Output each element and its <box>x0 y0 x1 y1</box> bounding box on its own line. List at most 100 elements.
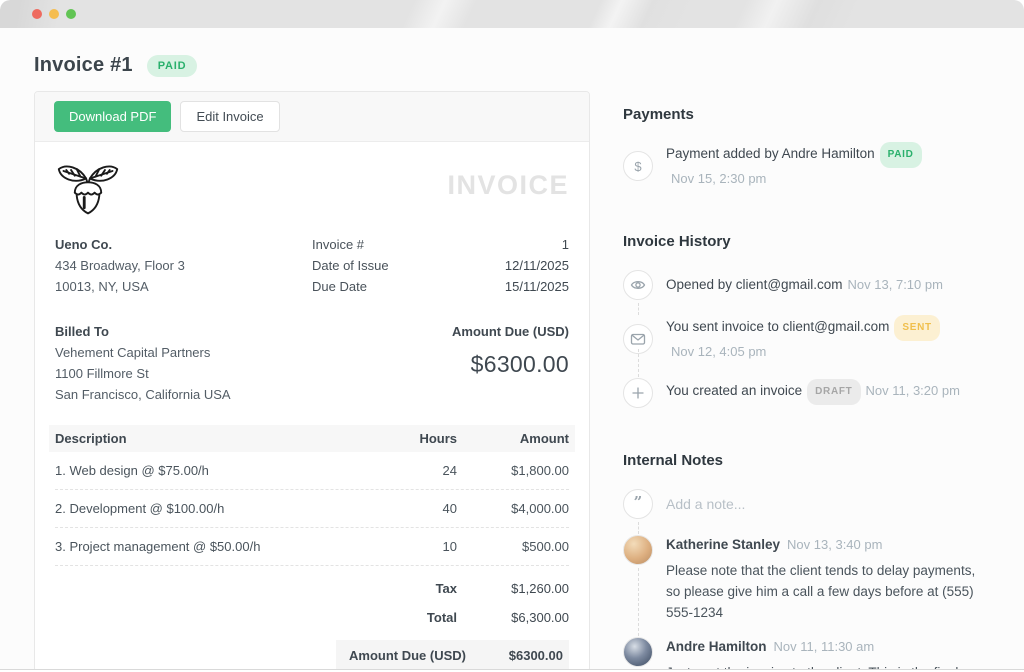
invoice-status-badge: PAID <box>147 55 198 77</box>
invoice-number-row: Invoice # 1 <box>312 234 569 255</box>
app-window: Invoice #1 PAID Download PDF Edit Invoic… <box>0 0 1024 670</box>
plus-icon <box>623 378 653 408</box>
payment-item: $ Payment added by Andre HamiltonPAIDNov… <box>623 143 990 205</box>
company-logo-acorn <box>55 158 121 216</box>
draft-badge: DRAFT <box>807 379 860 405</box>
payments-title: Payments <box>623 106 990 123</box>
history-text: You sent invoice to client@gmail.com <box>666 319 889 334</box>
history-timestamp: Nov 12, 4:05 pm <box>671 344 766 359</box>
tax-label: Tax <box>55 581 457 596</box>
amount-due-total-label: Amount Due (USD) <box>349 648 466 663</box>
invoice-document: INVOICE Ueno Co. 434 Broadway, Floor 3 1… <box>35 142 589 670</box>
table-header-row: Description Hours Amount <box>49 425 575 452</box>
history-text: Opened by client@gmail.com <box>666 277 843 292</box>
close-window-button[interactable] <box>32 9 42 19</box>
amount-due-block: Amount Due (USD) $6300.00 <box>452 321 569 405</box>
activity-panel: Payments $ Payment added by Andre Hamilt… <box>623 46 990 670</box>
invoice-watermark: INVOICE <box>447 170 569 201</box>
note-text: Just sent the invoice to the client. Thi… <box>666 662 990 670</box>
date-of-issue-value: 12/11/2025 <box>505 255 569 276</box>
line-items-table: Description Hours Amount 1. Web design @… <box>55 425 569 670</box>
due-date-row: Due Date 15/11/2025 <box>312 276 569 297</box>
invoice-card: Download PDF Edit Invoice <box>34 91 590 670</box>
sent-badge: SENT <box>894 315 939 341</box>
row-hours: 24 <box>367 463 457 478</box>
billed-to-line2: 1100 Fillmore St <box>55 363 231 384</box>
row-description: 3. Project management @ $50.00/h <box>55 539 367 554</box>
avatar-andre-hamilton <box>623 637 653 667</box>
zoom-window-button[interactable] <box>66 9 76 19</box>
note-author: Andre Hamilton <box>666 639 767 654</box>
add-note-row: ” <box>623 489 990 535</box>
row-hours: 10 <box>367 539 457 554</box>
quote-icon: ” <box>623 489 653 519</box>
main-content: Invoice #1 PAID Download PDF Edit Invoic… <box>0 28 1024 670</box>
date-of-issue-row: Date of Issue 12/11/2025 <box>312 255 569 276</box>
history-text: You created an invoice <box>666 383 802 398</box>
row-amount: $500.00 <box>457 539 569 554</box>
note-timestamp: Nov 11, 11:30 am <box>774 639 875 654</box>
invoice-history-section: Invoice History Opened by client@gmail.c… <box>623 233 990 424</box>
avatar-katherine-stanley <box>623 535 653 565</box>
paid-badge: PAID <box>880 142 922 168</box>
due-date-value: 15/11/2025 <box>505 276 569 297</box>
window-titlebar <box>0 0 1024 28</box>
table-row: 1. Web design @ $75.00/h 24 $1,800.00 <box>55 452 569 490</box>
due-date-label: Due Date <box>312 276 367 297</box>
invoice-number-label: Invoice # <box>312 234 364 255</box>
tax-row: Tax $1,260.00 <box>55 574 569 603</box>
row-description: 2. Development @ $100.00/h <box>55 501 367 516</box>
billed-to-label: Billed To <box>55 321 231 342</box>
billed-to-block: Billed To Vehement Capital Partners 1100… <box>55 321 231 405</box>
amount-due-label: Amount Due (USD) <box>452 321 569 342</box>
invoice-meta: Invoice # 1 Date of Issue 12/11/2025 Due… <box>312 234 569 297</box>
amount-due-value: $6300.00 <box>452 351 569 378</box>
date-of-issue-label: Date of Issue <box>312 255 389 276</box>
internal-notes-section: Internal Notes ” Katherine StanleyNov 13… <box>623 452 990 670</box>
history-timestamp: Nov 11, 3:20 pm <box>866 383 960 398</box>
history-item: You created an invoice DRAFT Nov 11, 3:20 … <box>623 378 990 424</box>
invoice-panel: Invoice #1 PAID Download PDF Edit Invoic… <box>34 46 590 670</box>
total-label: Total <box>55 610 457 625</box>
billed-to-line3: San Francisco, California USA <box>55 384 231 405</box>
window-controls <box>32 9 76 19</box>
note-item: Andre Hamilton Nov 11, 11:30 am Just sent… <box>623 637 990 670</box>
invoice-toolbar: Download PDF Edit Invoice <box>35 92 589 142</box>
history-item: Opened by client@gmail.com Nov 13, 7:10 p… <box>623 270 990 316</box>
note-author: Katherine Stanley <box>666 537 780 552</box>
table-row: 3. Project management @ $50.00/h 10 $500… <box>55 528 569 566</box>
row-hours: 40 <box>367 501 457 516</box>
tax-value: $1,260.00 <box>457 581 569 596</box>
header-description: Description <box>55 431 367 446</box>
row-amount: $4,000.00 <box>457 501 569 516</box>
edit-invoice-button[interactable]: Edit Invoice <box>180 101 279 132</box>
amount-due-total-row: Amount Due (USD) $6300.00 <box>336 640 569 670</box>
payment-text: Payment added by Andre Hamilton <box>666 146 875 161</box>
history-timestamp: Nov 13, 7:10 pm <box>848 277 943 292</box>
amount-due-total-value: $6300.00 <box>509 648 563 663</box>
add-note-input[interactable] <box>666 496 990 512</box>
header-hours: Hours <box>367 431 457 446</box>
minimize-window-button[interactable] <box>49 9 59 19</box>
page-title: Invoice #1 <box>34 54 133 77</box>
envelope-icon <box>623 324 653 354</box>
company-address-line1: 434 Broadway, Floor 3 <box>55 255 312 276</box>
note-item: Katherine StanleyNov 13, 3:40 pm Please … <box>623 535 990 637</box>
invoice-number-value: 1 <box>562 234 569 255</box>
billed-to-line1: Vehement Capital Partners <box>55 342 231 363</box>
totals-section: Tax $1,260.00 Total $6,300.00 Amount Due… <box>55 566 569 670</box>
header-amount: Amount <box>457 431 569 446</box>
company-address-line2: 10013, NY, USA <box>55 276 312 297</box>
table-row: 2. Development @ $100.00/h 40 $4,000.00 <box>55 490 569 528</box>
payment-timestamp: Nov 15, 2:30 pm <box>671 171 766 186</box>
total-row: Total $6,300.00 <box>55 603 569 632</box>
download-pdf-button[interactable]: Download PDF <box>54 101 171 132</box>
internal-notes-title: Internal Notes <box>623 452 990 469</box>
eye-icon <box>623 270 653 300</box>
company-name: Ueno Co. <box>55 234 312 255</box>
note-text: Please note that the client tends to del… <box>666 560 990 623</box>
invoice-history-title: Invoice History <box>623 233 990 250</box>
row-amount: $1,800.00 <box>457 463 569 478</box>
page-header: Invoice #1 PAID <box>34 54 590 77</box>
company-address: Ueno Co. 434 Broadway, Floor 3 10013, NY… <box>55 234 312 297</box>
